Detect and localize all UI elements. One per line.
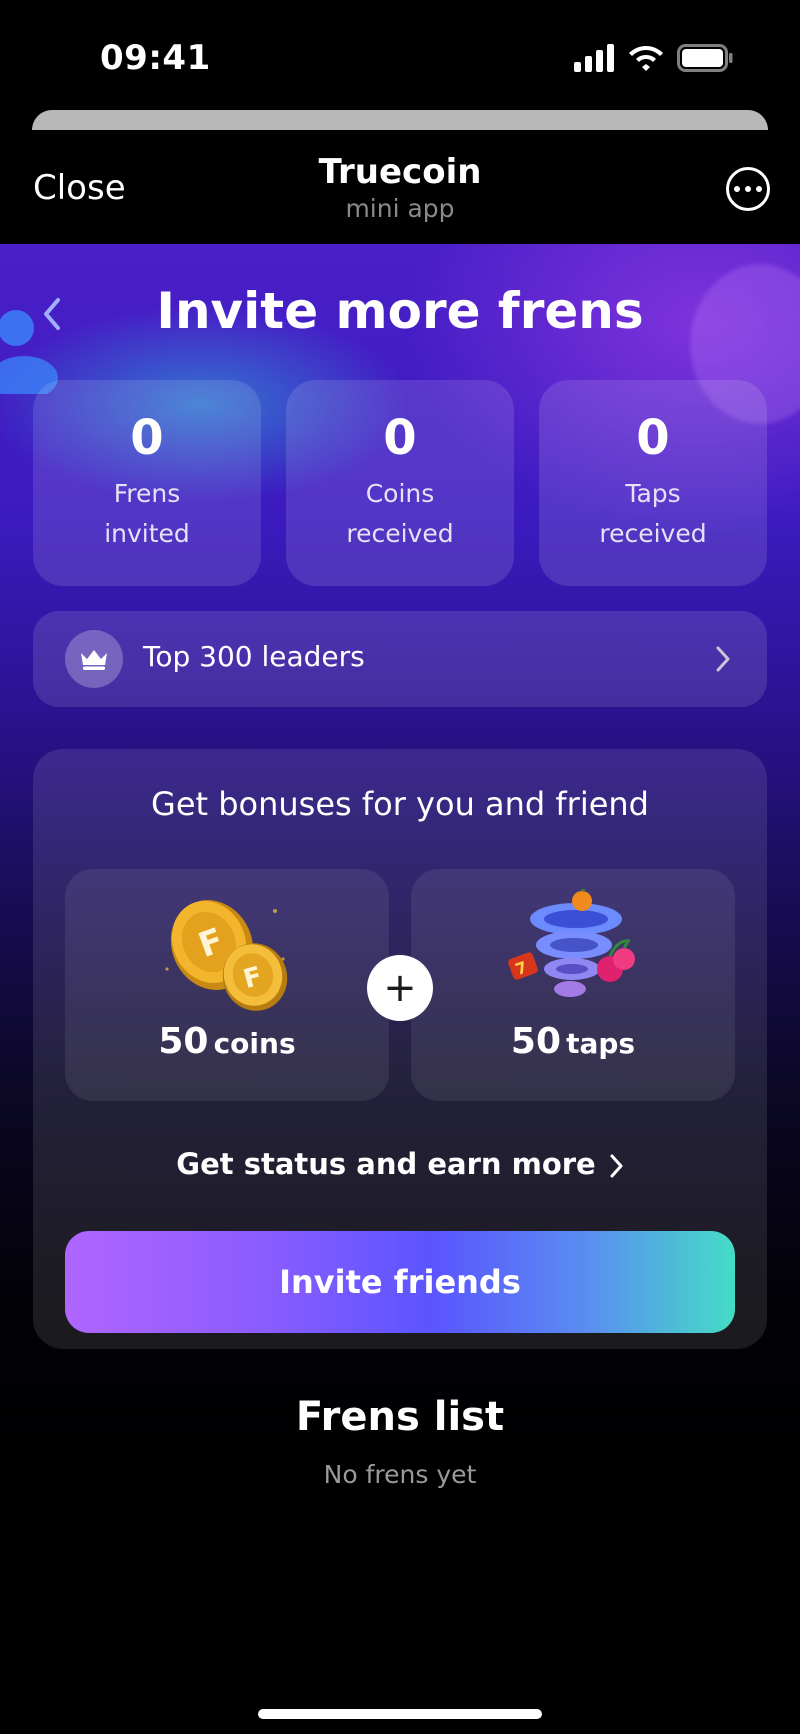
home-indicator[interactable] xyxy=(258,1709,542,1719)
chevron-right-icon xyxy=(716,646,730,672)
bonus-card-taps: 7 50 taps xyxy=(411,869,735,1101)
top-leaders-label: Top 300 leaders xyxy=(143,640,365,673)
stat-card-taps-received: 0 Taps received xyxy=(539,380,767,586)
crown-icon xyxy=(65,630,123,688)
invite-friends-button[interactable]: Invite friends xyxy=(65,1231,735,1333)
page-title: Invite more frens xyxy=(156,282,644,340)
get-status-link[interactable]: Get status and earn more xyxy=(33,1147,767,1181)
app-title: Truecoin xyxy=(318,152,482,192)
bonus-coins-amount: 50 coins xyxy=(158,1021,296,1062)
stat-label: Frens invited xyxy=(104,479,190,548)
bonus-title: Get bonuses for you and friend xyxy=(151,785,649,823)
tornado-fruits-icon: 7 xyxy=(508,889,635,997)
stat-value: 0 xyxy=(383,410,417,466)
stat-value: 0 xyxy=(130,410,164,466)
stat-label: Coins received xyxy=(346,479,454,548)
frens-list-empty-text: No frens yet xyxy=(323,1460,477,1489)
chevron-right-icon xyxy=(610,1154,623,1178)
cellular-signal-icon xyxy=(574,44,614,72)
frens-list-title: Frens list xyxy=(295,1394,505,1440)
stat-value: 0 xyxy=(636,410,670,466)
status-time: 09:41 xyxy=(100,38,211,78)
bonus-panel: Get bonuses for you and friend F F 50 co… xyxy=(33,749,767,1349)
battery-icon xyxy=(677,44,733,72)
bonus-card-coins: F F 50 coins xyxy=(65,869,389,1101)
app-subtitle: mini app xyxy=(345,194,455,223)
mini-app-header: Close Truecoin mini app xyxy=(0,130,800,244)
status-bar: 09:41 xyxy=(0,0,800,110)
gold-coins-icon: F F xyxy=(165,900,288,1011)
wifi-icon xyxy=(629,46,663,71)
invite-content: Invite more frens 0 Frens invited 0 Coin… xyxy=(0,244,800,1734)
stat-label: Taps received xyxy=(599,479,707,548)
top-leaders-row[interactable]: Top 300 leaders xyxy=(33,611,767,707)
get-status-label: Get status and earn more xyxy=(176,1147,596,1181)
stat-card-coins-received: 0 Coins received xyxy=(286,380,514,586)
stat-card-frens-invited: 0 Frens invited xyxy=(33,380,261,586)
more-options-icon[interactable] xyxy=(726,167,770,211)
sheet-top-edge xyxy=(32,110,768,130)
bonus-taps-amount: 50 taps xyxy=(510,1021,636,1062)
